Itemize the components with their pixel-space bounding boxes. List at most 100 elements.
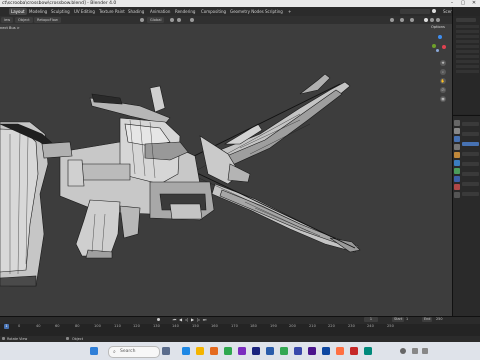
y-axis-icon[interactable] — [432, 44, 436, 48]
tab-sculpting[interactable]: Sculpting — [49, 8, 72, 15]
workspace-tools[interactable] — [400, 9, 430, 14]
outliner-filter[interactable] — [456, 18, 476, 22]
search-box[interactable]: ⌕ Search — [108, 346, 160, 358]
tab-shading[interactable]: Shading — [126, 8, 146, 15]
neg-z-axis-icon[interactable] — [436, 49, 439, 52]
modifier-tab-icon[interactable] — [454, 152, 460, 158]
output-tab-icon[interactable] — [454, 144, 460, 150]
outliner-row[interactable] — [456, 60, 479, 63]
shading-material-icon[interactable] — [430, 18, 434, 22]
property-row[interactable] — [462, 162, 479, 166]
property-row[interactable] — [462, 122, 479, 126]
axis-gizmo[interactable] — [430, 35, 448, 53]
wifi-icon[interactable] — [412, 348, 418, 354]
zoom-view-icon[interactable]: ⌕ — [440, 69, 446, 75]
property-row[interactable] — [462, 172, 479, 176]
tab-rendering[interactable]: Rendering — [173, 8, 197, 15]
app-icon[interactable] — [238, 347, 246, 355]
pivot-icon[interactable] — [170, 18, 174, 22]
start-icon[interactable] — [90, 347, 98, 355]
app-icon[interactable] — [266, 347, 274, 355]
close-button[interactable]: ✕ — [469, 0, 479, 7]
tab-animation[interactable]: Animation — [148, 8, 172, 15]
material-tab-icon[interactable] — [454, 184, 460, 190]
app-icon[interactable] — [350, 347, 358, 355]
object-menu[interactable]: Object — [15, 17, 33, 23]
chrome-icon[interactable] — [280, 347, 288, 355]
volume-icon[interactable] — [422, 348, 428, 354]
timeline[interactable] — [0, 324, 480, 336]
record-icon[interactable] — [157, 318, 160, 321]
visibility-icon[interactable] — [390, 18, 394, 22]
app-icon[interactable] — [336, 347, 344, 355]
constraints-tab-icon[interactable] — [454, 168, 460, 174]
tray-chevron-icon[interactable] — [400, 348, 406, 354]
shading-solid-icon[interactable] — [424, 18, 428, 22]
minimize-button[interactable]: – — [447, 0, 457, 7]
tab-modeling[interactable]: Modeling — [27, 8, 49, 15]
options-menu[interactable]: Options — [431, 25, 445, 29]
camera-view-icon[interactable]: ⎚ — [440, 87, 446, 93]
property-row[interactable] — [462, 142, 479, 146]
end-frame-field[interactable]: 250 — [434, 317, 445, 322]
spotify-icon[interactable] — [224, 347, 232, 355]
start-frame-field[interactable]: 1 — [404, 317, 411, 322]
object-tab-icon[interactable] — [454, 136, 460, 142]
outliner-row[interactable] — [456, 70, 479, 73]
z-axis-icon[interactable] — [438, 35, 442, 39]
tab-uv-editing[interactable]: UV Editing — [72, 8, 97, 15]
transform-icon[interactable] — [140, 18, 144, 22]
app-icon[interactable] — [308, 347, 316, 355]
texture-tab-icon[interactable] — [454, 192, 460, 198]
tool-tab-icon[interactable] — [454, 120, 460, 126]
outliner-row[interactable] — [456, 35, 479, 38]
widgets-icon[interactable] — [162, 347, 170, 355]
pan-view-icon[interactable]: ✋ — [440, 78, 446, 84]
outliner-row[interactable] — [456, 50, 479, 53]
render-tab-icon[interactable] — [454, 128, 460, 134]
property-row[interactable] — [462, 182, 479, 186]
property-row[interactable] — [462, 152, 479, 156]
proportional-edit-icon[interactable] — [190, 18, 194, 22]
transform-orientation-dropdown[interactable]: Global — [147, 17, 165, 23]
next-key-icon[interactable]: ▷ — [196, 317, 201, 322]
tab-geometry-nodes[interactable]: Geometry Nodes — [228, 8, 266, 15]
play-reverse-icon[interactable]: ◁ — [184, 317, 189, 322]
tab-layout[interactable]: Layout — [9, 8, 27, 15]
outliner-row[interactable] — [456, 40, 479, 43]
tab-scripting[interactable]: Scripting — [263, 8, 285, 15]
playhead[interactable]: 1 — [4, 324, 9, 329]
current-frame-field[interactable]: 1 — [364, 317, 378, 322]
gizmo-icon[interactable] — [400, 18, 404, 22]
perspective-toggle-icon[interactable]: ▦ — [440, 96, 446, 102]
photoshop-icon[interactable] — [252, 347, 260, 355]
outliner-row[interactable] — [456, 25, 479, 28]
outliner-row[interactable] — [456, 30, 479, 33]
physics-tab-icon[interactable] — [454, 160, 460, 166]
outliner-row[interactable] — [456, 55, 479, 58]
outliner-row[interactable] — [456, 45, 479, 48]
retopoflow-menu[interactable]: RetopoFlow — [34, 17, 61, 23]
move-view-icon[interactable]: ✥ — [440, 60, 446, 66]
tab-texture-paint[interactable]: Texture Paint — [97, 8, 127, 15]
app-icon[interactable] — [364, 347, 372, 355]
outliner-row[interactable] — [456, 65, 479, 68]
maximize-button[interactable]: ▢ — [458, 0, 468, 7]
add-workspace-button[interactable]: + — [286, 8, 293, 15]
overlay-icon[interactable] — [410, 18, 414, 22]
property-row[interactable] — [462, 192, 479, 196]
edge-icon[interactable] — [182, 347, 190, 355]
jump-end-icon[interactable]: ⏭ — [202, 317, 207, 322]
app-icon[interactable] — [322, 347, 330, 355]
blender-icon[interactable] — [210, 347, 218, 355]
data-tab-icon[interactable] — [454, 176, 460, 182]
app-icon[interactable] — [294, 347, 302, 355]
x-axis-icon[interactable] — [442, 45, 446, 49]
tab-compositing[interactable]: Compositing — [199, 8, 228, 15]
jump-start-icon[interactable]: ⏮ — [172, 317, 177, 322]
snap-icon[interactable] — [177, 18, 181, 22]
file-explorer-icon[interactable] — [196, 347, 204, 355]
3d-viewport[interactable] — [0, 24, 452, 316]
property-row[interactable] — [462, 132, 479, 136]
view-menu[interactable]: iew — [1, 17, 14, 23]
